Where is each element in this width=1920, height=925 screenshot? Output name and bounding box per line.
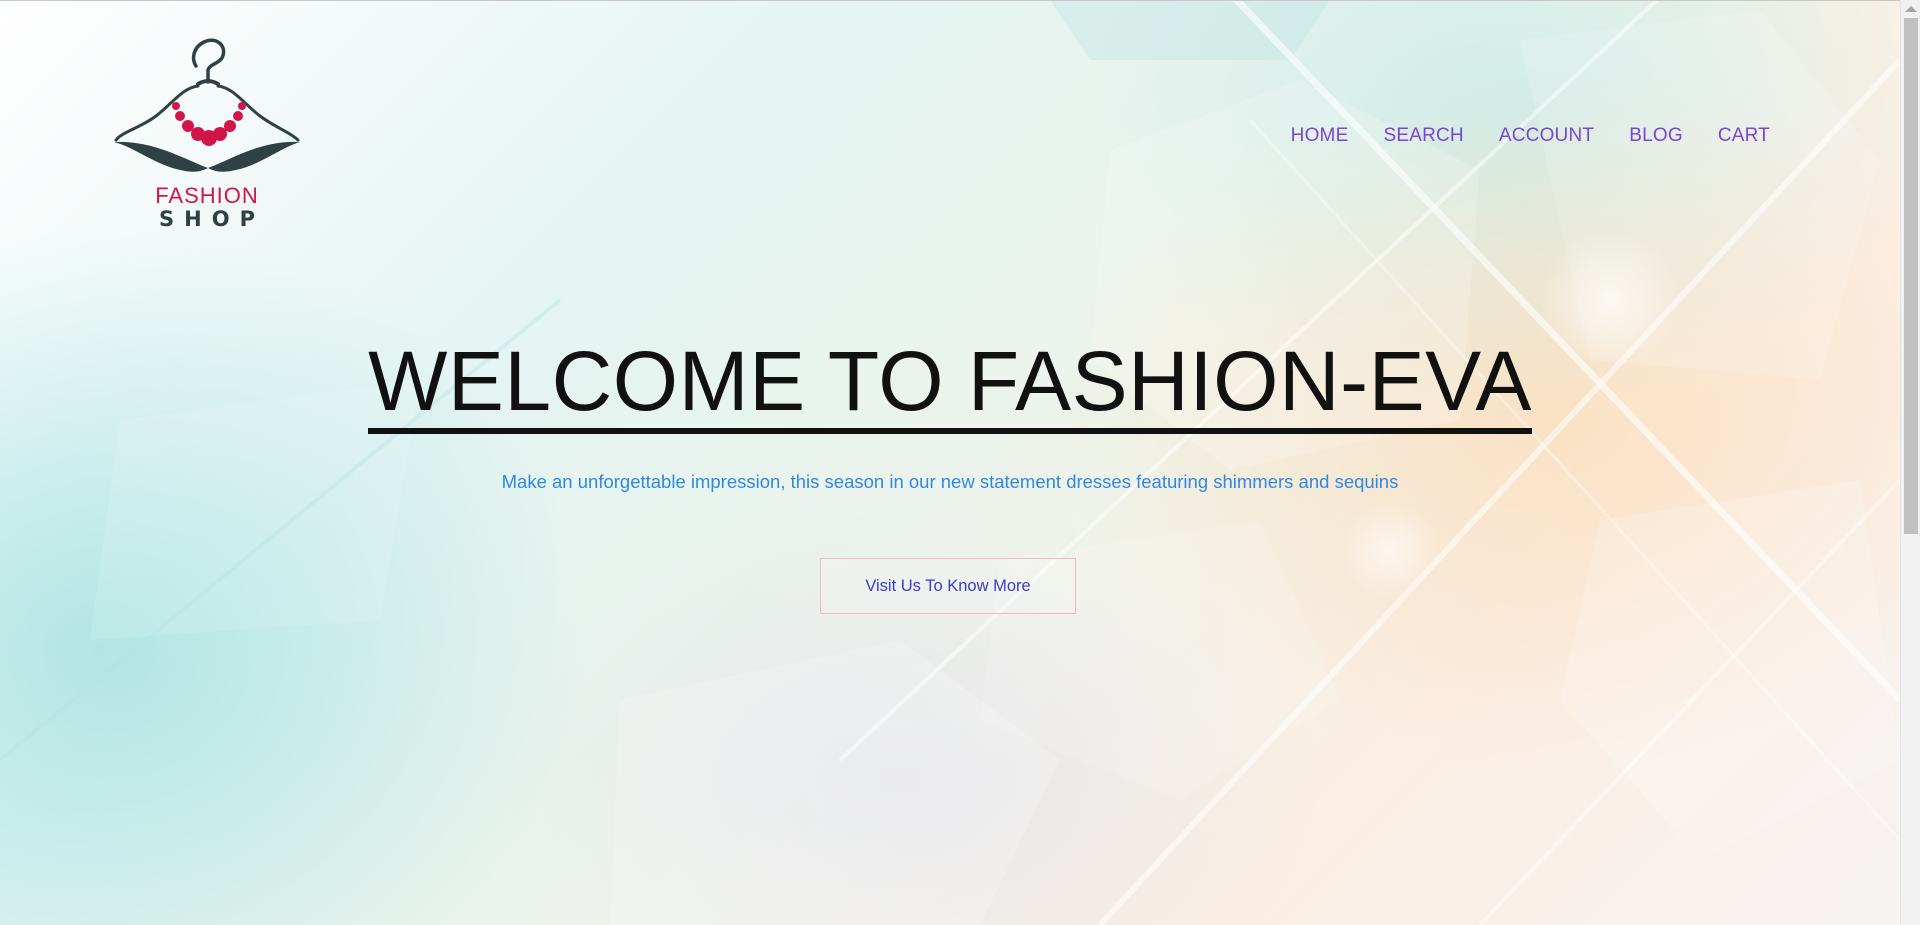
scrollbar-thumb[interactable] — [1904, 18, 1918, 534]
main-nav: HOME SEARCH ACCOUNT BLOG CART — [1291, 124, 1770, 148]
logo-text-fashion: FASHION — [155, 183, 259, 208]
hanger-necklace-icon — [114, 38, 300, 172]
window-top-border — [0, 0, 1920, 1]
visit-us-button[interactable]: Visit Us To Know More — [820, 558, 1076, 614]
logo-text-shop: SHOP — [159, 207, 265, 231]
nav-item-blog[interactable]: BLOG — [1629, 124, 1683, 148]
nav-item-search[interactable]: SEARCH — [1383, 124, 1463, 148]
vertical-scrollbar[interactable] — [1900, 0, 1920, 925]
site-logo[interactable]: FASHION SHOP — [112, 36, 302, 236]
hero-subtitle: Make an unforgettable impression, this s… — [501, 471, 1399, 492]
nav-item-home[interactable]: HOME — [1291, 124, 1349, 148]
page: FASHION SHOP HOME SEARCH ACCOUNT BLOG CA… — [0, 0, 1920, 925]
hero-title: WELCOME TO FASHION-EVA — [0, 334, 1900, 434]
nav-item-account[interactable]: ACCOUNT — [1499, 124, 1594, 148]
hero-title-text: WELCOME TO FASHION-EVA — [368, 334, 1532, 434]
nav-item-cart[interactable]: CART — [1718, 124, 1770, 148]
chevron-up-icon[interactable] — [1905, 6, 1917, 12]
